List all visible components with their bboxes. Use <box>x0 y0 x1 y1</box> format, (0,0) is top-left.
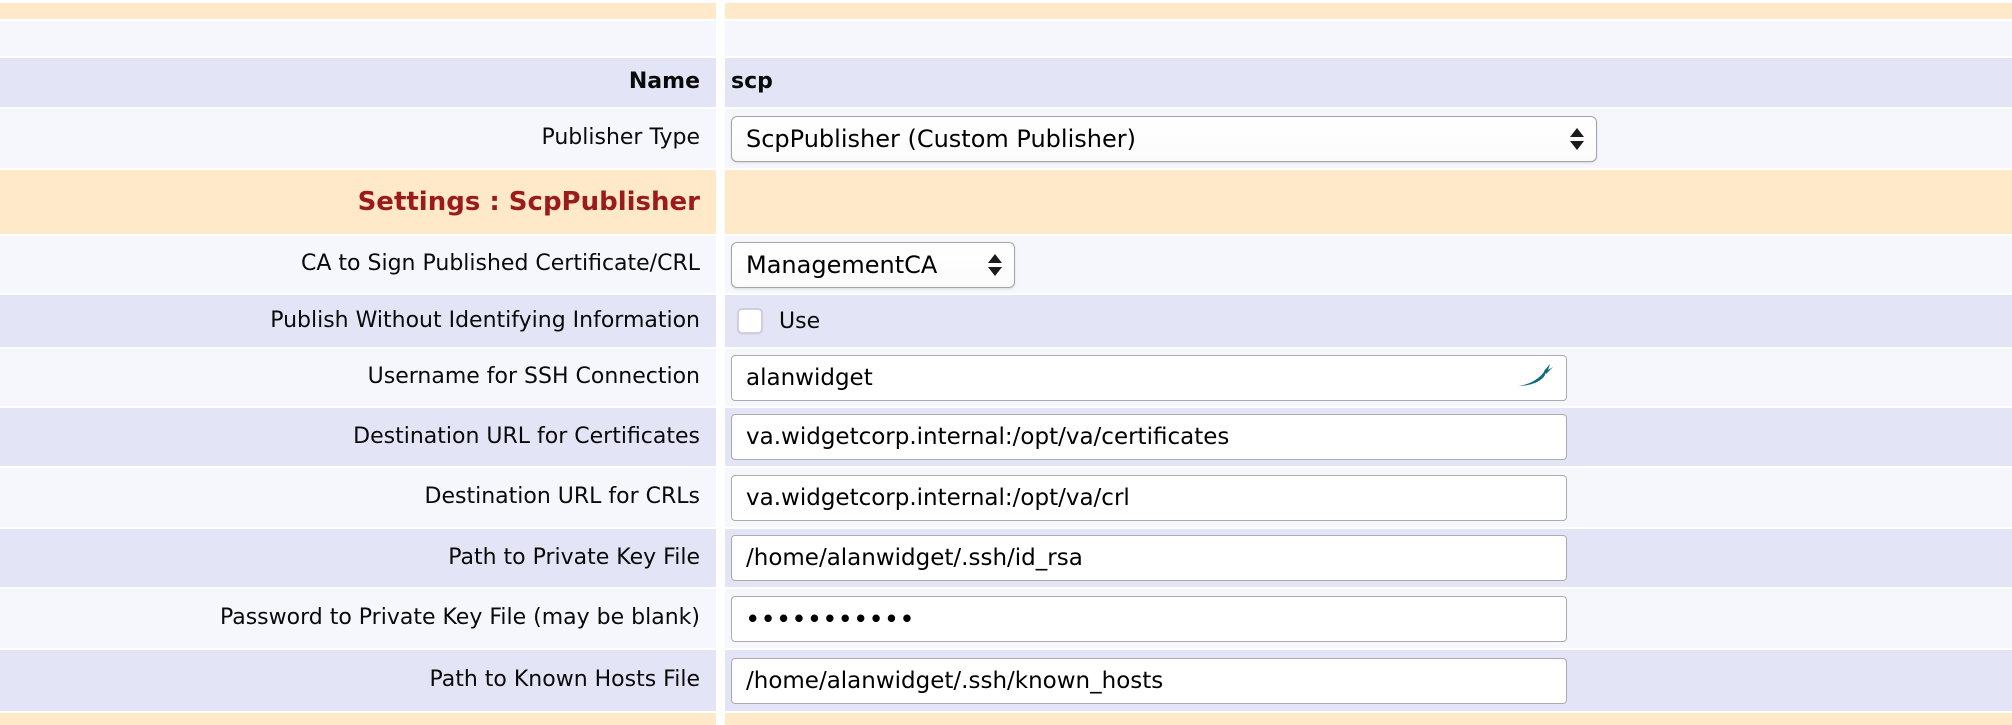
cert-url-input[interactable]: va.widgetcorp.internal:/opt/va/certifica… <box>731 414 1567 460</box>
use-checkbox-label: Use <box>779 309 820 334</box>
row-ssh-username: Username for SSH Connection alanwidget <box>0 349 2012 406</box>
private-key-path-label: Path to Private Key File <box>448 545 700 571</box>
up-down-arrows-icon <box>988 254 1002 276</box>
private-key-path-input[interactable]: /home/alanwidget/.ssh/id_rsa <box>731 535 1567 581</box>
ssh-username-label: Username for SSH Connection <box>368 364 700 390</box>
settings-section-title: Settings : ScpPublisher <box>358 187 700 217</box>
row-anonymize: Publish Without Identifying Information … <box>0 295 2012 347</box>
private-key-path-value: /home/alanwidget/.ssh/id_rsa <box>746 545 1083 571</box>
crl-url-input[interactable]: va.widgetcorp.internal:/opt/va/crl <box>731 475 1567 521</box>
publisher-edit-form: Name scp Publisher Type ScpPublisher (Cu… <box>0 0 2012 725</box>
publisher-type-label: Publisher Type <box>541 125 700 151</box>
settings-section-band: Settings : ScpPublisher <box>0 170 2012 234</box>
known-hosts-path-label: Path to Known Hosts File <box>429 667 700 693</box>
row-private-key-path: Path to Private Key File /home/alanwidge… <box>0 529 2012 587</box>
known-hosts-path-value: /home/alanwidget/.ssh/known_hosts <box>746 668 1163 694</box>
cert-url-value: va.widgetcorp.internal:/opt/va/certifica… <box>746 424 1229 450</box>
row-name: Name scp <box>0 58 2012 107</box>
private-key-password-input[interactable]: ••••••••••• <box>731 596 1567 642</box>
up-down-arrows-icon <box>1570 128 1584 150</box>
private-key-password-label: Password to Private Key File (may be bla… <box>220 605 700 631</box>
crl-url-value: va.widgetcorp.internal:/opt/va/crl <box>746 485 1130 511</box>
row-publisher-type: Publisher Type ScpPublisher (Custom Publ… <box>0 109 2012 168</box>
name-value: scp <box>731 69 773 95</box>
crl-url-label: Destination URL for CRLs <box>425 484 700 510</box>
ca-selected-value: ManagementCA <box>746 251 937 279</box>
name-label: Name <box>629 69 700 95</box>
private-key-password-value: ••••••••••• <box>746 607 916 631</box>
anonymize-label: Publish Without Identifying Information <box>270 308 700 334</box>
bottom-section-band <box>0 713 2012 725</box>
row-private-key-password: Password to Private Key File (may be bla… <box>0 589 2012 648</box>
ssh-username-input[interactable]: alanwidget <box>731 355 1567 401</box>
ca-sign-label: CA to Sign Published Certificate/CRL <box>301 251 700 277</box>
top-section-band <box>0 3 2012 19</box>
ca-select[interactable]: ManagementCA <box>731 242 1015 288</box>
spacer-row <box>0 21 2012 56</box>
dashlane-icon[interactable] <box>1516 362 1554 390</box>
publisher-type-selected-value: ScpPublisher (Custom Publisher) <box>746 125 1136 153</box>
publisher-type-select[interactable]: ScpPublisher (Custom Publisher) <box>731 116 1597 162</box>
row-cert-url: Destination URL for Certificates va.widg… <box>0 408 2012 466</box>
row-ca-sign: CA to Sign Published Certificate/CRL Man… <box>0 236 2012 293</box>
cert-url-label: Destination URL for Certificates <box>353 424 700 450</box>
row-crl-url: Destination URL for CRLs va.widgetcorp.i… <box>0 468 2012 527</box>
use-checkbox[interactable] <box>737 308 763 334</box>
row-known-hosts-path: Path to Known Hosts File /home/alanwidge… <box>0 650 2012 711</box>
known-hosts-path-input[interactable]: /home/alanwidget/.ssh/known_hosts <box>731 658 1567 704</box>
ssh-username-value: alanwidget <box>746 365 873 391</box>
